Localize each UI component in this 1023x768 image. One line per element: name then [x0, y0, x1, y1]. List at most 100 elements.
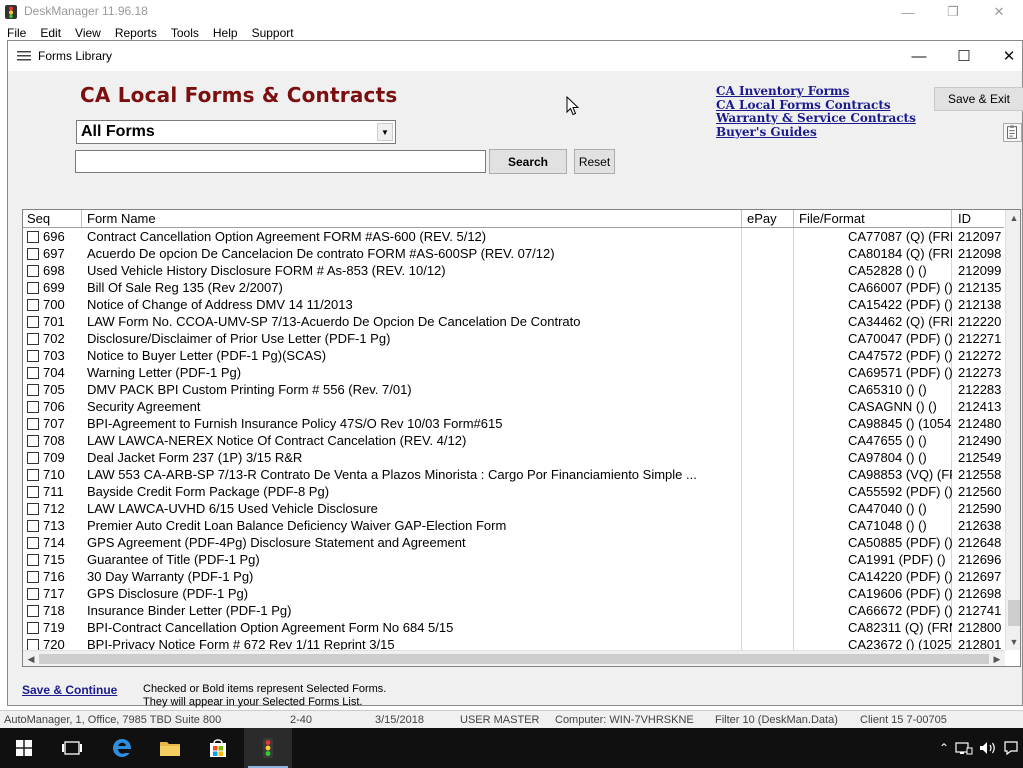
link-warranty-service-contracts[interactable]: Warranty & Service Contracts: [716, 111, 916, 126]
column-header-epay[interactable]: ePay: [742, 210, 794, 227]
search-button[interactable]: Search: [489, 149, 567, 174]
row-checkbox[interactable]: [27, 366, 39, 379]
column-header-form-name[interactable]: Form Name: [82, 210, 742, 227]
volume-icon[interactable]: [979, 741, 997, 755]
reset-button[interactable]: Reset: [574, 149, 615, 174]
chevron-down-icon[interactable]: ▼: [377, 123, 393, 141]
horizontal-scrollbar[interactable]: ◀ ▶: [23, 650, 1005, 666]
app-close-button[interactable]: ✕: [976, 0, 1022, 24]
taskbar-deskmanager-button[interactable]: [244, 728, 292, 768]
table-row[interactable]: 696 Contract Cancellation Option Agreemen…: [23, 228, 1004, 245]
scroll-down-icon[interactable]: ▼: [1006, 634, 1020, 650]
form-name-cell[interactable]: LAW 553 CA-ARB-SP 7/13-R Contrato De Ven…: [82, 466, 742, 483]
table-row[interactable]: 708 LAW LAWCA-NEREX Notice Of Contract Ca…: [23, 432, 1004, 449]
row-checkbox[interactable]: [27, 383, 39, 396]
form-name-cell[interactable]: 30 Day Warranty (PDF-1 Pg): [82, 568, 742, 585]
taskbar-store-button[interactable]: [194, 728, 242, 768]
row-checkbox[interactable]: [27, 570, 39, 583]
clipboard-icon[interactable]: [1003, 123, 1022, 142]
dialog-minimize-button[interactable]: —: [896, 41, 942, 71]
form-name-cell[interactable]: Premier Auto Credit Loan Balance Deficie…: [82, 517, 742, 534]
table-row[interactable]: 703 Notice to Buyer Letter (PDF-1 Pg)(SCA…: [23, 347, 1004, 364]
table-row[interactable]: 701 LAW Form No. CCOA-UMV-SP 7/13-Acuerdo…: [23, 313, 1004, 330]
table-row[interactable]: 699 Bill Of Sale Reg 135 (Rev 2/2007) CA66…: [23, 279, 1004, 296]
app-minimize-button[interactable]: —: [885, 0, 931, 24]
form-name-cell[interactable]: BPI-Contract Cancellation Option Agreeme…: [82, 619, 742, 636]
form-name-cell[interactable]: DMV PACK BPI Custom Printing Form # 556 …: [82, 381, 742, 398]
save-exit-button[interactable]: Save & Exit: [934, 87, 1023, 111]
table-row[interactable]: 718 Insurance Binder Letter (PDF-1 Pg) CA6…: [23, 602, 1004, 619]
start-button[interactable]: [0, 728, 48, 768]
form-name-cell[interactable]: GPS Disclosure (PDF-1 Pg): [82, 585, 742, 602]
table-row[interactable]: 700 Notice of Change of Address DMV 14 11…: [23, 296, 1004, 313]
form-name-cell[interactable]: Deal Jacket Form 237 (1P) 3/15 R&R: [82, 449, 742, 466]
dialog-maximize-button[interactable]: ☐: [941, 41, 987, 71]
app-restore-button[interactable]: ❐: [930, 0, 976, 24]
row-checkbox[interactable]: [27, 587, 39, 600]
task-view-button[interactable]: [48, 728, 96, 768]
form-name-cell[interactable]: Warning Letter (PDF-1 Pg): [82, 364, 742, 381]
row-checkbox[interactable]: [27, 604, 39, 617]
form-name-cell[interactable]: Used Vehicle History Disclosure FORM # A…: [82, 262, 742, 279]
table-row[interactable]: 697 Acuerdo De opcion De Cancelacion De c…: [23, 245, 1004, 262]
row-checkbox[interactable]: [27, 264, 39, 277]
search-input[interactable]: [75, 150, 486, 173]
form-name-cell[interactable]: Acuerdo De opcion De Cancelacion De cont…: [82, 245, 742, 262]
scroll-left-icon[interactable]: ◀: [23, 651, 39, 666]
table-row[interactable]: 711 Bayside Credit Form Package (PDF-8 Pg…: [23, 483, 1004, 500]
table-row[interactable]: 715 Guarantee of Title (PDF-1 Pg) CA1991 (…: [23, 551, 1004, 568]
vertical-scroll-thumb[interactable]: [1008, 600, 1020, 626]
form-name-cell[interactable]: Notice to Buyer Letter (PDF-1 Pg)(SCAS): [82, 347, 742, 364]
table-row[interactable]: 713 Premier Auto Credit Loan Balance Defi…: [23, 517, 1004, 534]
row-checkbox[interactable]: [27, 638, 39, 651]
row-checkbox[interactable]: [27, 434, 39, 447]
vertical-scrollbar[interactable]: ▲ ▼: [1005, 210, 1020, 650]
chevron-up-icon[interactable]: ⌃: [939, 741, 949, 755]
taskbar-edge-button[interactable]: [98, 728, 146, 768]
save-continue-link[interactable]: Save & Continue: [22, 683, 117, 697]
row-checkbox[interactable]: [27, 621, 39, 634]
row-checkbox[interactable]: [27, 298, 39, 311]
form-name-cell[interactable]: Guarantee of Title (PDF-1 Pg): [82, 551, 742, 568]
form-name-cell[interactable]: LAW LAWCA-UVHD 6/15 Used Vehicle Disclos…: [82, 500, 742, 517]
column-header-file-format[interactable]: File/Format: [794, 210, 952, 227]
table-row[interactable]: 717 GPS Disclosure (PDF-1 Pg) CA19606 (PDF…: [23, 585, 1004, 602]
form-name-cell[interactable]: Bayside Credit Form Package (PDF-8 Pg): [82, 483, 742, 500]
table-row[interactable]: 705 DMV PACK BPI Custom Printing Form # 5…: [23, 381, 1004, 398]
column-header-id[interactable]: ID: [952, 210, 1004, 227]
row-checkbox[interactable]: [27, 519, 39, 532]
row-checkbox[interactable]: [27, 281, 39, 294]
form-name-cell[interactable]: Disclosure/Disclaimer of Prior Use Lette…: [82, 330, 742, 347]
row-checkbox[interactable]: [27, 485, 39, 498]
row-checkbox[interactable]: [27, 332, 39, 345]
row-checkbox[interactable]: [27, 468, 39, 481]
row-checkbox[interactable]: [27, 536, 39, 549]
form-name-cell[interactable]: Security Agreement: [82, 398, 742, 415]
row-checkbox[interactable]: [27, 451, 39, 464]
form-name-cell[interactable]: LAW Form No. CCOA-UMV-SP 7/13-Acuerdo De…: [82, 313, 742, 330]
row-checkbox[interactable]: [27, 315, 39, 328]
row-checkbox[interactable]: [27, 230, 39, 243]
form-name-cell[interactable]: Bill Of Sale Reg 135 (Rev 2/2007): [82, 279, 742, 296]
table-row[interactable]: 702 Disclosure/Disclaimer of Prior Use Le…: [23, 330, 1004, 347]
table-row[interactable]: 698 Used Vehicle History Disclosure FORM …: [23, 262, 1004, 279]
table-row[interactable]: 712 LAW LAWCA-UVHD 6/15 Used Vehicle Disc…: [23, 500, 1004, 517]
network-icon[interactable]: [955, 741, 973, 755]
form-name-cell[interactable]: Insurance Binder Letter (PDF-1 Pg): [82, 602, 742, 619]
form-name-cell[interactable]: GPS Agreement (PDF-4Pg) Disclosure State…: [82, 534, 742, 551]
row-checkbox[interactable]: [27, 502, 39, 515]
taskbar-file-explorer-button[interactable]: [146, 728, 194, 768]
row-checkbox[interactable]: [27, 417, 39, 430]
table-row[interactable]: 709 Deal Jacket Form 237 (1P) 3/15 R&R CA9…: [23, 449, 1004, 466]
scroll-right-icon[interactable]: ▶: [989, 651, 1005, 666]
table-row[interactable]: 714 GPS Agreement (PDF-4Pg) Disclosure St…: [23, 534, 1004, 551]
row-checkbox[interactable]: [27, 553, 39, 566]
table-row[interactable]: 704 Warning Letter (PDF-1 Pg) CA69571 (PDF…: [23, 364, 1004, 381]
row-checkbox[interactable]: [27, 400, 39, 413]
form-name-cell[interactable]: LAW LAWCA-NEREX Notice Of Contract Cance…: [82, 432, 742, 449]
dialog-close-button[interactable]: ✕: [986, 41, 1023, 71]
link-ca-local-forms-contracts[interactable]: CA Local Forms Contracts: [716, 98, 916, 113]
table-row[interactable]: 707 BPI-Agreement to Furnish Insurance Po…: [23, 415, 1004, 432]
scroll-up-icon[interactable]: ▲: [1006, 210, 1020, 226]
table-row[interactable]: 716 30 Day Warranty (PDF-1 Pg) CA14220 (PD…: [23, 568, 1004, 585]
